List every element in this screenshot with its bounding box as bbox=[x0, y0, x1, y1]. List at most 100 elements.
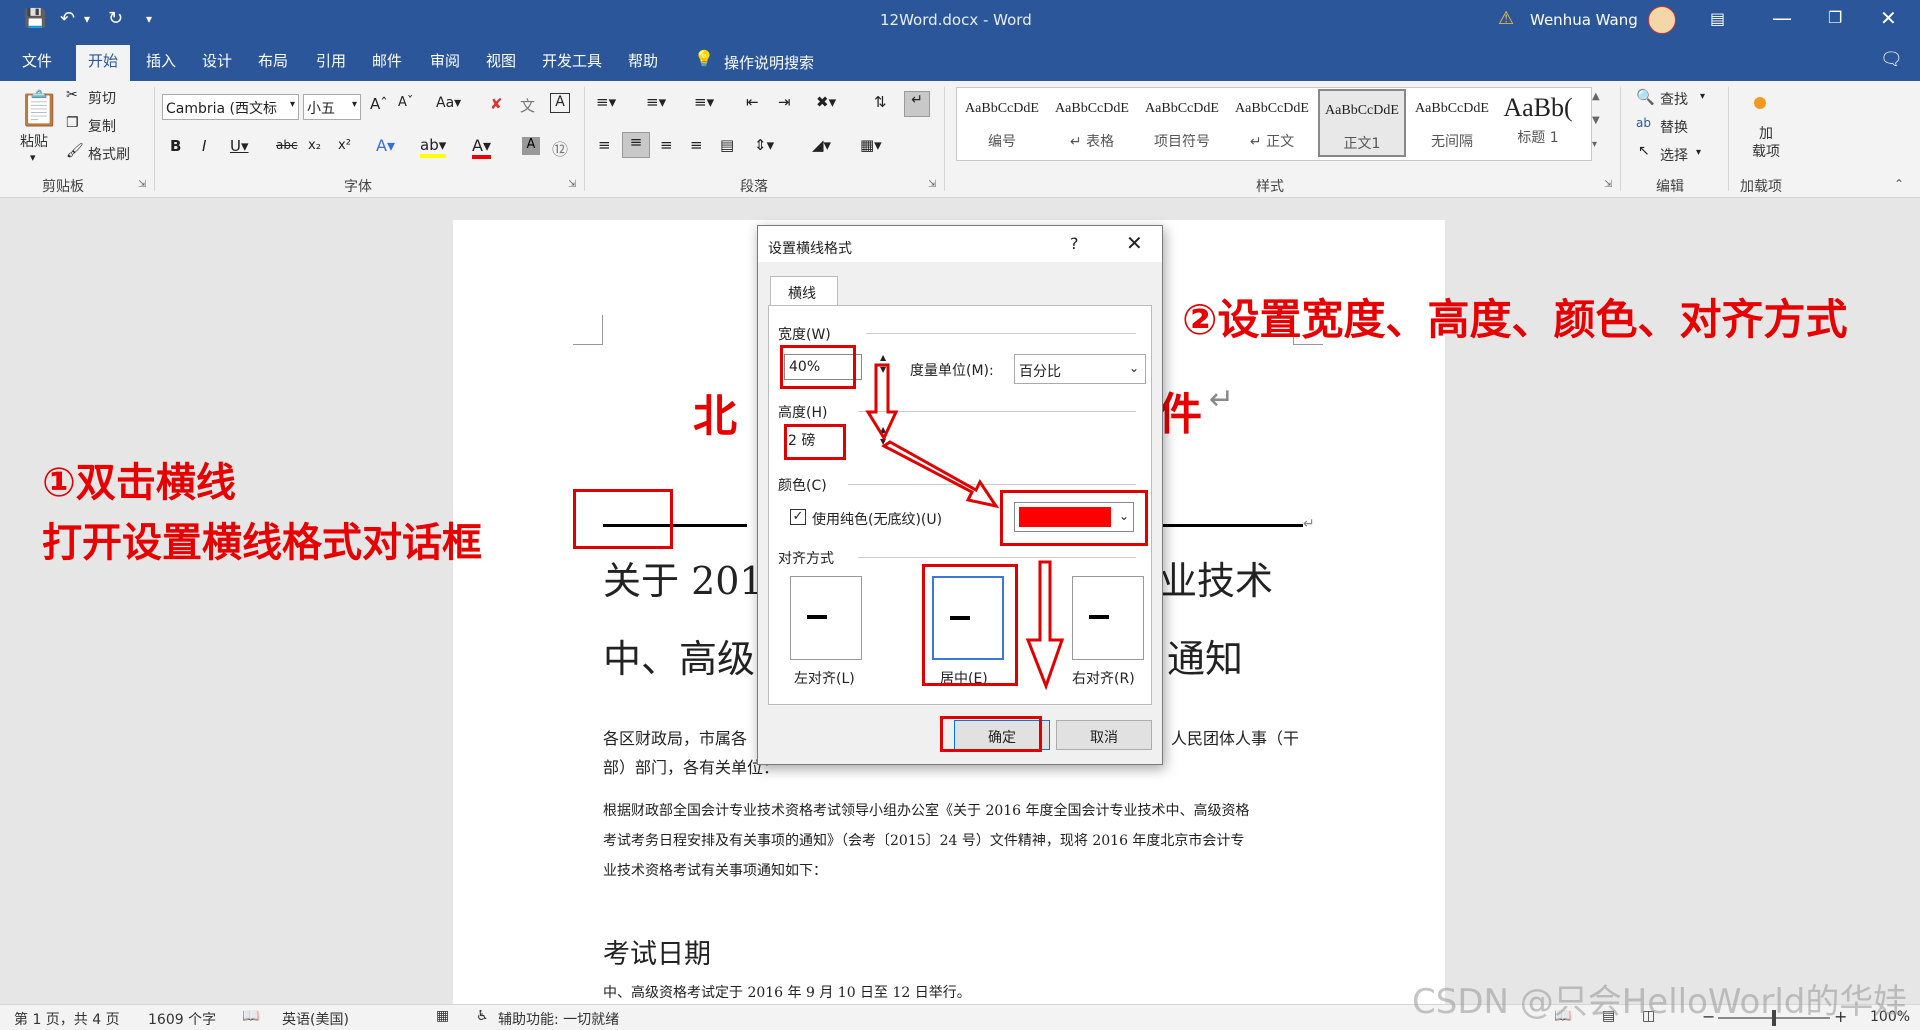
char-shading-icon[interactable]: A bbox=[522, 137, 540, 155]
chevron-down-icon[interactable]: ▾ bbox=[1696, 147, 1701, 158]
cancel-button[interactable]: 取消 bbox=[1056, 720, 1152, 750]
grow-font-icon[interactable]: Aˆ bbox=[370, 95, 388, 113]
cut-icon[interactable]: ✂ bbox=[66, 87, 78, 103]
addins-icon[interactable] bbox=[1754, 97, 1766, 109]
redo-icon[interactable]: ↻ bbox=[108, 8, 123, 29]
gallery-up-icon[interactable]: ▲ bbox=[1592, 91, 1600, 102]
ribbon-display-icon[interactable]: ▤ bbox=[1710, 9, 1725, 28]
style-bullet[interactable]: AaBbCcDdE 项目符号 bbox=[1138, 89, 1226, 157]
accessibility-icon[interactable]: ♿ bbox=[476, 1008, 489, 1024]
style-numbering[interactable]: AaBbCcDdE 编号 bbox=[958, 89, 1046, 157]
increase-indent-icon[interactable]: ⇥ bbox=[778, 93, 791, 111]
font-color-icon[interactable]: A▾ bbox=[472, 136, 491, 159]
close-icon[interactable]: ✕ bbox=[1880, 6, 1897, 30]
user-name[interactable]: Wenhua Wang bbox=[1530, 11, 1638, 29]
text-effects-icon[interactable]: A▾ bbox=[376, 136, 395, 155]
subscript-icon[interactable]: x₂ bbox=[308, 138, 321, 153]
paste-icon[interactable]: 📋 bbox=[18, 89, 60, 129]
bold-icon[interactable]: B bbox=[170, 137, 181, 155]
font-size-select[interactable]: 小五 ▾ bbox=[303, 94, 361, 120]
tab-references[interactable]: 引用 bbox=[316, 50, 346, 71]
format-painter-icon[interactable]: 🖌 bbox=[66, 143, 84, 159]
dialog-launcher-icon[interactable]: ⇲ bbox=[138, 179, 146, 190]
height-spinner-icon[interactable]: ▲ ▼ bbox=[880, 424, 886, 448]
select-cursor-icon[interactable]: ↖ bbox=[1638, 143, 1650, 159]
copy-icon[interactable]: ❐ bbox=[66, 115, 79, 131]
enclose-char-icon[interactable]: ⑫ bbox=[552, 136, 568, 160]
line-spacing-icon[interactable]: ⇕▾ bbox=[754, 136, 774, 154]
unit-select[interactable]: 百分比 ⌄ bbox=[1014, 354, 1146, 384]
dialog-launcher-icon[interactable]: ⇲ bbox=[928, 179, 936, 190]
superscript-icon[interactable]: x² bbox=[338, 138, 351, 153]
style-table[interactable]: AaBbCcDdE ↵ 表格 bbox=[1048, 89, 1136, 157]
phonetic-guide-icon[interactable]: 文 bbox=[520, 95, 535, 116]
customize-qat-icon[interactable]: ▾ bbox=[146, 12, 152, 26]
tab-layout[interactable]: 布局 bbox=[258, 50, 288, 71]
find-icon[interactable]: 🔍 bbox=[1636, 88, 1655, 106]
width-spinner-icon[interactable]: ▲ ▼ bbox=[880, 352, 886, 376]
select-button[interactable]: 选择 bbox=[1660, 145, 1688, 165]
accessibility-status[interactable]: 辅助功能: 一切就绪 bbox=[498, 1009, 619, 1029]
minimize-icon[interactable]: — bbox=[1772, 6, 1792, 30]
page-count[interactable]: 第 1 页，共 4 页 bbox=[14, 1009, 120, 1029]
align-right-option[interactable] bbox=[1072, 576, 1144, 660]
align-right-icon[interactable]: ≡ bbox=[660, 136, 673, 154]
strikethrough-icon[interactable]: abc bbox=[276, 138, 298, 152]
sort-icon[interactable]: ⇅ bbox=[874, 93, 887, 111]
avatar[interactable] bbox=[1648, 6, 1676, 34]
highlight-icon[interactable]: ab▾ bbox=[420, 136, 447, 158]
tab-mailings[interactable]: 邮件 bbox=[372, 50, 402, 71]
numbering-icon[interactable]: ≡▾ bbox=[646, 93, 666, 111]
char-border-icon[interactable]: A bbox=[550, 93, 570, 113]
close-icon[interactable]: ✕ bbox=[1126, 231, 1143, 255]
proofing-icon[interactable]: 📖 bbox=[242, 1008, 259, 1024]
dialog-launcher-icon[interactable]: ⇲ bbox=[1604, 179, 1612, 190]
justify-icon[interactable]: ≡ bbox=[690, 136, 703, 154]
macro-icon[interactable]: ▦ bbox=[436, 1008, 449, 1024]
undo-icon[interactable]: ↶ bbox=[60, 8, 75, 29]
format-painter-button[interactable]: 格式刷 bbox=[88, 144, 130, 164]
collapse-ribbon-icon[interactable]: ⌃ bbox=[1894, 177, 1904, 191]
warning-icon[interactable]: ⚠ bbox=[1498, 8, 1514, 29]
chinese-layout-icon[interactable]: ✖▾ bbox=[816, 93, 836, 111]
align-left-option[interactable] bbox=[790, 576, 862, 660]
style-normal[interactable]: AaBbCcDdE ↵ 正文 bbox=[1228, 89, 1316, 157]
gallery-down-icon[interactable]: ▼ bbox=[1592, 115, 1600, 126]
shading-icon[interactable]: ◢▾ bbox=[812, 136, 831, 154]
gallery-more-icon[interactable]: ▾ bbox=[1592, 139, 1597, 150]
word-count[interactable]: 1609 个字 bbox=[148, 1009, 216, 1029]
cut-button[interactable]: 剪切 bbox=[88, 88, 116, 108]
align-center-icon[interactable]: ≡ bbox=[622, 132, 650, 158]
restore-icon[interactable]: ❐ bbox=[1828, 8, 1842, 27]
change-case-icon[interactable]: Aa▾ bbox=[436, 95, 461, 111]
save-icon[interactable]: 💾 bbox=[24, 8, 46, 29]
tab-developer[interactable]: 开发工具 bbox=[542, 50, 602, 71]
distributed-icon[interactable]: ▤ bbox=[720, 136, 734, 154]
paste-button[interactable]: 粘贴 bbox=[20, 131, 48, 151]
decrease-indent-icon[interactable]: ⇤ bbox=[746, 93, 759, 111]
addins-button[interactable]: 加 载项 bbox=[1748, 125, 1784, 161]
help-button[interactable]: ? bbox=[1070, 234, 1079, 253]
solid-color-checkbox[interactable]: ✓ bbox=[790, 509, 806, 525]
tab-home[interactable]: 开始 bbox=[76, 45, 131, 81]
tab-insert[interactable]: 插入 bbox=[146, 50, 176, 71]
tell-me-search[interactable]: 操作说明搜索 bbox=[724, 52, 814, 73]
style-no-spacing[interactable]: AaBbCcDdE 无间隔 bbox=[1408, 89, 1496, 157]
align-left-icon[interactable]: ≡ bbox=[598, 136, 611, 154]
comments-icon[interactable]: 🗨 bbox=[1880, 49, 1903, 70]
underline-icon[interactable]: U▾ bbox=[230, 137, 249, 155]
tab-review[interactable]: 审阅 bbox=[430, 50, 460, 71]
language[interactable]: 英语(美国) bbox=[282, 1009, 349, 1029]
tab-view[interactable]: 视图 bbox=[486, 50, 516, 71]
bullets-icon[interactable]: ≡▾ bbox=[596, 93, 616, 111]
clear-format-icon[interactable]: ✘ bbox=[490, 95, 503, 113]
paste-dropdown-icon[interactable]: ▾ bbox=[30, 151, 36, 164]
replace-button[interactable]: 替换 bbox=[1660, 117, 1688, 137]
horizontal-rule[interactable] bbox=[1159, 524, 1303, 527]
chevron-down-icon[interactable]: ▾ bbox=[1700, 91, 1705, 102]
undo-dropdown-icon[interactable]: ▾ bbox=[84, 12, 90, 26]
tab-design[interactable]: 设计 bbox=[202, 50, 232, 71]
shrink-font-icon[interactable]: Aˇ bbox=[398, 95, 413, 110]
font-name-select[interactable]: Cambria (西文标 ▾ bbox=[162, 94, 299, 120]
tab-help[interactable]: 帮助 bbox=[628, 50, 658, 71]
